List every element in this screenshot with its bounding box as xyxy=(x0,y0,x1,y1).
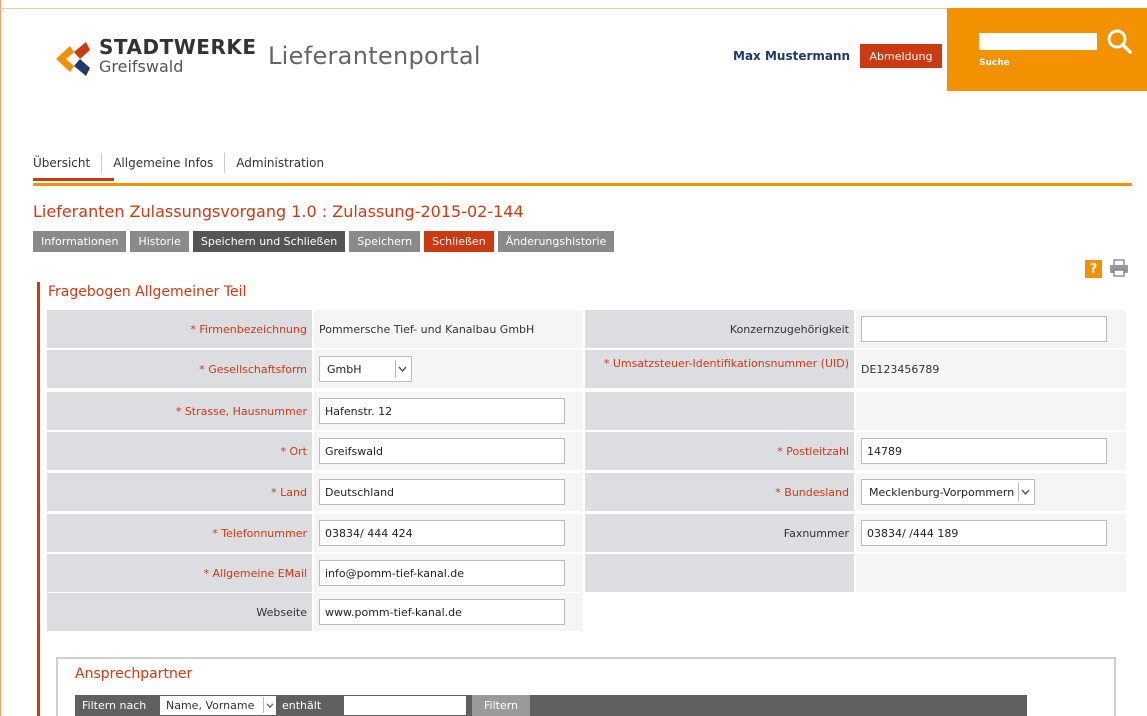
form-row: * Ort Greifswald * Postleitzahl 14789 xyxy=(47,432,1126,470)
email-label: * Allgemeine EMail xyxy=(47,554,312,592)
section-title: Fragebogen Allgemeiner Teil xyxy=(48,284,247,300)
konzern-cell xyxy=(856,310,1126,348)
section-accent-bar xyxy=(37,282,40,716)
webseite-field[interactable]: www.pomm-tief-kanal.de xyxy=(319,599,565,625)
form-row: Webseite www.pomm-tief-kanal.de xyxy=(47,593,1126,631)
help-icon[interactable]: ? xyxy=(1085,260,1102,278)
printer-icon[interactable] xyxy=(1108,259,1130,277)
action-toolbar: Informationen Historie Speichern und Sch… xyxy=(33,231,615,252)
empty-label-cell xyxy=(585,392,854,430)
land-label: * Land xyxy=(47,473,312,511)
save-button[interactable]: Speichern xyxy=(349,231,421,252)
search-icon[interactable] xyxy=(1105,27,1133,55)
contacts-title: Ansprechpartner xyxy=(75,666,193,682)
plz-field[interactable]: 14789 xyxy=(861,438,1107,464)
konzern-label: Konzernzugehörigkeit xyxy=(585,310,854,348)
webseite-cell: www.pomm-tief-kanal.de xyxy=(314,593,583,631)
bundesland-cell: Mecklenburg-Vorpommern xyxy=(856,473,1126,511)
nav-item-allgemeine-infos[interactable]: Allgemeine Infos xyxy=(101,153,224,173)
firmenbezeichnung-value: Pommersche Tief- und Kanalbau GmbH xyxy=(314,310,583,348)
fax-label: Faxnummer xyxy=(585,514,854,552)
ort-field[interactable]: Greifswald xyxy=(319,438,565,464)
form-row: * Allgemeine EMail info@pomm-tief-kanal.… xyxy=(47,554,1126,592)
email-cell: info@pomm-tief-kanal.de xyxy=(314,554,583,592)
search-label: Suche xyxy=(979,58,1010,68)
gesellschaftsform-label: * Gesellschaftsform xyxy=(47,350,312,388)
stadtwerke-logo-icon[interactable] xyxy=(52,38,92,80)
logo-city: Greifswald xyxy=(99,57,184,76)
form-row: * Land Deutschland * Bundesland Mecklenb… xyxy=(47,473,1126,511)
land-field[interactable]: Deutschland xyxy=(319,479,565,505)
form-row: * Gesellschaftsform GmbH * Umsatzsteuer-… xyxy=(47,350,1126,388)
ort-label: * Ort xyxy=(47,432,312,470)
logo-brand: STADTWERKE xyxy=(99,35,257,59)
search-panel: Suche xyxy=(947,8,1147,91)
nav-divider xyxy=(33,183,1132,186)
gesellschaftsform-select[interactable]: GmbH xyxy=(319,356,412,382)
filter-input[interactable] xyxy=(344,696,466,715)
chevron-down-icon xyxy=(395,360,409,378)
email-field[interactable]: info@pomm-tief-kanal.de xyxy=(319,560,565,586)
bundesland-selected: Mecklenburg-Vorpommern xyxy=(869,485,1015,499)
logout-button[interactable]: Abmeldung xyxy=(860,44,942,68)
fax-cell: 03834/ /444 189 xyxy=(856,514,1126,552)
bundesland-label: * Bundesland xyxy=(585,473,854,511)
gesellschaftsform-cell: GmbH xyxy=(314,350,583,388)
chevron-down-icon xyxy=(263,697,275,713)
save-and-close-button[interactable]: Speichern und Schließen xyxy=(192,231,346,252)
contacts-filter-bar: Filtern nach Name, Vorname enthält Filte… xyxy=(75,695,1027,716)
filter-contains-label: enthält xyxy=(282,699,322,712)
empty-label-cell xyxy=(585,554,854,592)
page-title: Lieferanten Zulassungsvorgang 1.0 : Zula… xyxy=(33,202,524,221)
user-name-link[interactable]: Max Mustermann xyxy=(733,49,850,63)
plz-label: * Postleitzahl xyxy=(585,432,854,470)
strasse-label: * Strasse, Hausnummer xyxy=(47,392,312,430)
filter-field-selected: Name, Vorname xyxy=(166,699,255,712)
empty-value-cell xyxy=(856,392,1126,430)
nav-item-administration[interactable]: Administration xyxy=(224,153,335,173)
filter-field-select[interactable]: Name, Vorname xyxy=(160,696,276,715)
informationen-button[interactable]: Informationen xyxy=(33,231,127,252)
form-row: * Strasse, Hausnummer Hafenstr. 12 xyxy=(47,392,1126,430)
bundesland-select[interactable]: Mecklenburg-Vorpommern xyxy=(861,479,1035,505)
strasse-field[interactable]: Hafenstr. 12 xyxy=(319,398,565,424)
portal-title: Lieferantenportal xyxy=(268,42,481,70)
search-input[interactable] xyxy=(979,33,1097,50)
nav-item-uebersicht[interactable]: Übersicht xyxy=(33,153,101,173)
telefon-cell: 03834/ 444 424 xyxy=(314,514,583,552)
fax-field[interactable]: 03834/ /444 189 xyxy=(861,520,1107,546)
uid-value: DE123456789 xyxy=(856,350,1126,388)
filter-label: Filtern nach xyxy=(82,699,147,712)
empty-value-cell xyxy=(856,554,1126,592)
land-cell: Deutschland xyxy=(314,473,583,511)
webseite-label: Webseite xyxy=(47,593,312,631)
form-row: * Telefonnummer 03834/ 444 424 Faxnummer… xyxy=(47,514,1126,552)
nav-active-indicator xyxy=(33,178,114,181)
form-row: * Firmenbezeichnung Pommersche Tief- und… xyxy=(47,310,1126,348)
gesellschaftsform-selected: GmbH xyxy=(327,362,362,376)
strasse-cell: Hafenstr. 12 xyxy=(314,392,583,430)
filter-button[interactable]: Filtern xyxy=(472,695,530,716)
top-rule xyxy=(0,8,947,9)
telefon-label: * Telefonnummer xyxy=(47,514,312,552)
change-history-button[interactable]: Änderungshistorie xyxy=(497,231,615,252)
telefon-field[interactable]: 03834/ 444 424 xyxy=(319,520,565,546)
konzern-field[interactable] xyxy=(861,316,1107,342)
chevron-down-icon xyxy=(1018,483,1032,501)
main-nav: Übersicht Allgemeine Infos Administratio… xyxy=(33,148,335,178)
plz-cell: 14789 xyxy=(856,432,1126,470)
ort-cell: Greifswald xyxy=(314,432,583,470)
close-button[interactable]: Schließen xyxy=(424,231,494,252)
historie-button[interactable]: Historie xyxy=(130,231,189,252)
firmenbezeichnung-label: * Firmenbezeichnung xyxy=(47,310,312,348)
logo-text: STADTWERKE Greifswald xyxy=(99,36,257,76)
uid-label: * Umsatzsteuer-Identifikationsnummer (UI… xyxy=(585,350,854,388)
